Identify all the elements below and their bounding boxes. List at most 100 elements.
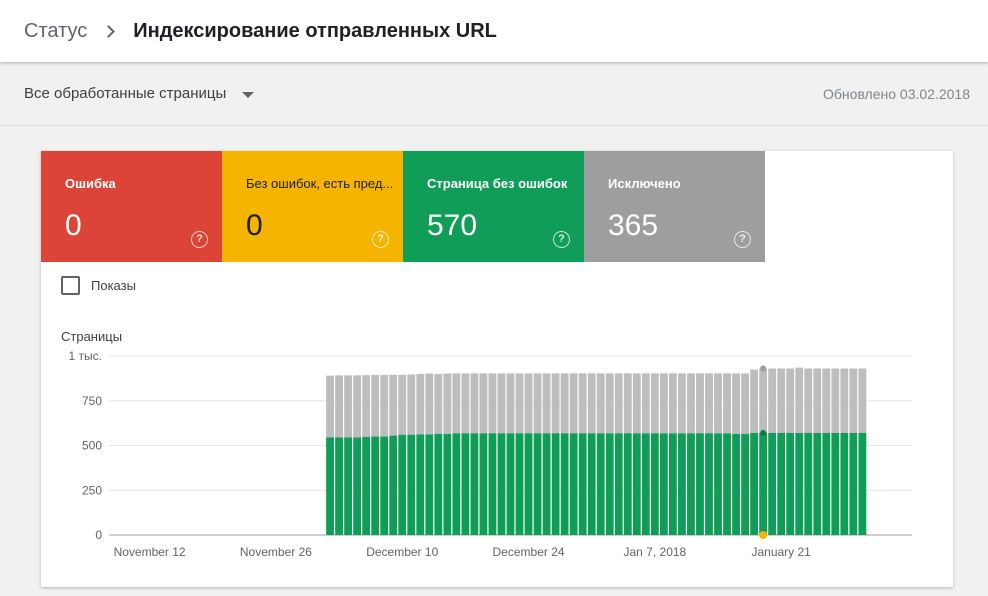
bar-valid xyxy=(524,433,533,535)
bar-excluded xyxy=(353,375,362,438)
x-tick-label: November 12 xyxy=(114,545,186,559)
bar-valid xyxy=(434,433,443,535)
bar-excluded xyxy=(831,368,840,433)
bar-excluded xyxy=(326,375,334,438)
bar-valid xyxy=(659,433,668,535)
pages-chart: 0 250 500 750 1 тыс. November 12 November 26 De… xyxy=(69,349,912,559)
bar-excluded xyxy=(696,373,704,434)
bar-valid xyxy=(461,433,470,535)
bar-excluded xyxy=(335,375,343,438)
bar-valid xyxy=(632,433,641,535)
bar-excluded xyxy=(741,373,749,434)
bar-valid xyxy=(822,432,831,535)
y-tick-label: 500 xyxy=(82,439,102,453)
bar-valid xyxy=(596,433,605,535)
bar-excluded xyxy=(344,375,353,438)
bar-valid xyxy=(479,433,488,535)
help-icon[interactable]: ? xyxy=(734,231,751,248)
bar-valid xyxy=(858,432,867,535)
updated-date: Обновлено 03.02.2018 xyxy=(823,85,970,102)
bar-excluded xyxy=(434,373,443,434)
tile-value: 0 xyxy=(246,209,263,242)
bar-valid xyxy=(443,433,452,535)
bar-valid xyxy=(705,433,713,535)
bar-valid xyxy=(668,433,677,535)
impressions-toggle[interactable]: Показы xyxy=(61,276,136,295)
bar-valid xyxy=(777,432,786,535)
bar-valid xyxy=(425,434,434,535)
bar-excluded xyxy=(614,373,623,434)
bar-excluded xyxy=(822,368,831,433)
bar-excluded xyxy=(723,373,731,434)
bar-valid xyxy=(470,433,479,535)
bar-excluded xyxy=(443,373,452,434)
bar-valid xyxy=(542,433,551,535)
bar-excluded xyxy=(650,373,659,434)
bar-valid xyxy=(687,433,695,535)
bar-excluded xyxy=(542,373,551,434)
bar-excluded xyxy=(804,368,813,433)
y-tick-label: 0 xyxy=(95,528,102,542)
bar-excluded xyxy=(497,373,506,434)
valid-data-point xyxy=(760,429,767,436)
y-tick-label: 750 xyxy=(82,394,102,408)
bar-valid xyxy=(380,436,389,535)
bar-valid xyxy=(497,433,506,535)
bar-valid xyxy=(398,434,407,535)
bar-valid xyxy=(344,437,353,535)
impressions-label: Показы xyxy=(91,278,136,293)
chevron-right-icon xyxy=(102,24,116,38)
page-filter-dropdown[interactable]: Все обработанные страницы xyxy=(24,85,255,102)
bar-excluded xyxy=(515,373,524,434)
bar-valid xyxy=(605,433,614,535)
bar-valid xyxy=(804,432,813,535)
bar-excluded xyxy=(687,373,695,434)
help-icon[interactable]: ? xyxy=(372,231,389,248)
bar-excluded xyxy=(858,368,867,433)
bar-excluded xyxy=(461,373,470,434)
help-icon[interactable]: ? xyxy=(191,231,208,248)
bar-valid xyxy=(732,433,740,535)
x-tick-label: November 26 xyxy=(240,545,312,559)
bar-valid xyxy=(650,433,659,535)
bar-excluded xyxy=(668,373,677,434)
bar-valid xyxy=(362,436,371,535)
bar-excluded xyxy=(849,368,858,433)
bar-excluded xyxy=(398,374,407,435)
tile-error[interactable]: Ошибка 0 ? xyxy=(41,151,222,262)
bar-valid xyxy=(840,432,849,535)
tile-value: 0 xyxy=(65,209,82,242)
excluded-data-point xyxy=(760,365,767,372)
bar-valid xyxy=(389,435,398,535)
tile-valid[interactable]: Страница без ошибок 570 ? xyxy=(403,151,584,262)
bar-excluded xyxy=(659,373,668,434)
help-icon[interactable]: ? xyxy=(553,231,570,248)
bar-valid xyxy=(506,433,515,535)
bar-excluded xyxy=(605,373,614,434)
tile-warning[interactable]: Без ошибок, есть пред... 0 ? xyxy=(222,151,403,262)
bar-excluded xyxy=(732,373,740,434)
bar-excluded xyxy=(641,373,650,434)
breadcrumb-status-link[interactable]: Статус xyxy=(24,20,87,43)
bar-excluded xyxy=(813,368,822,433)
x-tick-label: Jan 7, 2018 xyxy=(624,545,687,559)
impressions-checkbox[interactable] xyxy=(61,276,80,295)
bar-valid xyxy=(759,432,768,535)
bar-excluded xyxy=(380,374,389,437)
tile-excluded[interactable]: Исключено 365 ? xyxy=(584,151,765,262)
bar-excluded xyxy=(750,369,759,433)
bar-excluded xyxy=(488,373,497,434)
bar-excluded xyxy=(389,374,398,436)
bar-valid xyxy=(326,437,334,535)
bar-excluded xyxy=(533,373,542,434)
bar-excluded xyxy=(777,368,786,433)
bar-valid xyxy=(551,433,560,535)
bar-valid xyxy=(614,433,623,535)
bar-valid xyxy=(353,437,362,535)
bar-excluded xyxy=(795,367,804,433)
bar-excluded xyxy=(407,374,416,435)
bar-excluded xyxy=(569,373,578,434)
bar-valid xyxy=(488,433,497,535)
filter-bar: Все обработанные страницы Обновлено 03.0… xyxy=(0,62,988,126)
bar-excluded xyxy=(362,375,371,437)
